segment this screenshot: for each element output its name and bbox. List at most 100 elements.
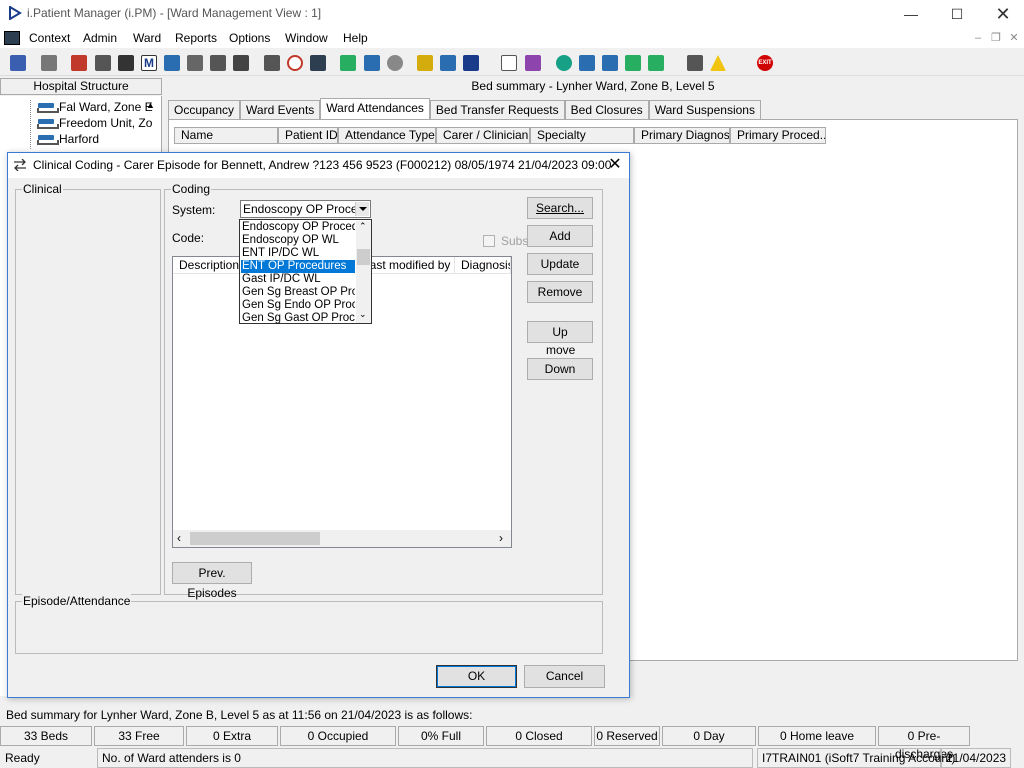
tab-bed-transfer-requests[interactable]: Bed Transfer Requests xyxy=(429,100,565,120)
gauge-icon[interactable] xyxy=(384,52,406,74)
message-forward-icon[interactable] xyxy=(622,52,644,74)
printer-icon[interactable] xyxy=(38,52,60,74)
bar-chart-icon[interactable] xyxy=(522,52,544,74)
system-combobox[interactable]: Endoscopy OP Proced xyxy=(240,200,371,218)
add-button-label: Add xyxy=(549,229,571,243)
dropdown-arrow-icon[interactable] xyxy=(355,202,369,216)
tab-occupancy[interactable]: Occupancy xyxy=(168,100,241,120)
remove-button-label: Remove xyxy=(537,285,583,299)
book-icon[interactable] xyxy=(68,52,90,74)
doctor-icon[interactable] xyxy=(161,52,183,74)
column-specialty[interactable]: Specialty xyxy=(530,127,634,144)
mdi-close-button[interactable]: ✕ xyxy=(1006,30,1022,46)
user-search-icon[interactable] xyxy=(7,52,29,74)
notes-icon[interactable] xyxy=(361,52,383,74)
tab-ward-events[interactable]: Ward Events xyxy=(240,100,321,120)
dropdown-option[interactable]: Gen Sg Endo OP Proce xyxy=(241,299,355,312)
dropdown-scroll-thumb[interactable] xyxy=(357,249,370,265)
patient-transfer-icon[interactable] xyxy=(460,52,482,74)
horizontal-scrollbar[interactable]: ‹ › xyxy=(173,530,511,547)
tree-scroll-up-icon[interactable]: ▲ xyxy=(146,100,155,110)
message-check-icon[interactable] xyxy=(576,52,598,74)
minimize-button[interactable]: — xyxy=(888,0,934,28)
tree-item-label: Fal Ward, Zone E xyxy=(59,100,153,114)
tree-item-freedom-unit[interactable]: Freedom Unit, Zo xyxy=(36,116,152,130)
column-attendance-type[interactable]: Attendance Type xyxy=(338,127,436,144)
status-occupied: 0 Occupied xyxy=(280,726,396,746)
ambulance-icon[interactable] xyxy=(437,52,459,74)
search-button[interactable]: Search... xyxy=(527,197,593,219)
document-icon[interactable] xyxy=(498,52,520,74)
cancel-button[interactable]: Cancel xyxy=(524,665,605,688)
menu-reports[interactable]: Reports xyxy=(175,31,217,45)
dropdown-option[interactable]: Gast IP/DC WL xyxy=(241,273,355,286)
mdi-restore-button[interactable]: ❐ xyxy=(988,30,1004,46)
maximize-button[interactable]: ☐ xyxy=(934,0,980,28)
patient-card-icon[interactable] xyxy=(92,52,114,74)
bed-transfer-icon[interactable] xyxy=(230,52,252,74)
monitor-icon[interactable] xyxy=(307,52,329,74)
mdi-minimize-button[interactable]: – xyxy=(970,30,986,46)
tree-item-harford[interactable]: Harford xyxy=(36,132,99,146)
scroll-down-icon[interactable]: ⌄ xyxy=(359,309,367,320)
move-down-button[interactable]: Down xyxy=(527,358,593,380)
edit-form-icon[interactable] xyxy=(184,52,206,74)
prev-episodes-button[interactable]: Prev. Episodes xyxy=(172,562,252,600)
column-name[interactable]: Name xyxy=(174,127,278,144)
column-primary-procedure[interactable]: Primary Proced... xyxy=(730,127,826,144)
close-window-button[interactable]: ✕ xyxy=(980,0,1024,28)
m-letter-icon[interactable]: M xyxy=(138,52,160,74)
menu-admin[interactable]: Admin xyxy=(83,31,117,45)
menu-options[interactable]: Options xyxy=(229,31,270,45)
column-primary-diagnosis[interactable]: Primary Diagnosis xyxy=(634,127,730,144)
warning-icon[interactable] xyxy=(707,52,729,74)
list-icon[interactable] xyxy=(414,52,436,74)
chart-window-icon[interactable] xyxy=(337,52,359,74)
dropdown-option[interactable]: ENT IP/DC WL xyxy=(241,247,355,260)
dropdown-option[interactable]: Gen Sg Gast OP Proce xyxy=(241,312,355,325)
transfer-arrows-icon[interactable] xyxy=(684,52,706,74)
message-down-icon[interactable] xyxy=(599,52,621,74)
clock-icon[interactable] xyxy=(284,52,306,74)
system-dropdown-list[interactable]: Endoscopy OP Procedu Endoscopy OP WL ENT… xyxy=(239,219,372,324)
dropdown-option-selected[interactable]: ENT OP Procedures xyxy=(240,259,356,274)
scroll-up-icon[interactable]: ⌃ xyxy=(359,221,367,232)
dropdown-option[interactable]: Endoscopy OP Procedu xyxy=(241,221,355,234)
bed-icon[interactable] xyxy=(207,52,229,74)
message-exchange-icon[interactable] xyxy=(645,52,667,74)
scroll-right-icon[interactable]: › xyxy=(499,531,503,545)
menu-help[interactable]: Help xyxy=(343,31,368,45)
tree-item-fal-ward[interactable]: Fal Ward, Zone E xyxy=(36,100,153,114)
column-carer-clinician[interactable]: Carer / Clinician xyxy=(436,127,530,144)
menu-window[interactable]: Window xyxy=(285,31,328,45)
remove-button[interactable]: Remove xyxy=(527,281,593,303)
dialog-title: Clinical Coding - Carer Episode for Benn… xyxy=(33,158,612,172)
tab-bed-closures[interactable]: Bed Closures xyxy=(564,100,649,120)
tab-ward-attendances[interactable]: Ward Attendances xyxy=(320,98,430,120)
form-icon[interactable] xyxy=(115,52,137,74)
update-button[interactable]: Update xyxy=(527,253,593,275)
window-title: i.Patient Manager (i.PM) - [Ward Managem… xyxy=(27,6,322,20)
dropdown-option[interactable]: Endoscopy OP WL xyxy=(241,234,355,247)
menu-context[interactable]: Context xyxy=(29,31,70,45)
move-up-button[interactable]: Up xyxy=(527,321,593,343)
exit-icon[interactable]: EXIT xyxy=(754,52,776,74)
edit-document-icon[interactable] xyxy=(261,52,283,74)
add-button[interactable]: Add xyxy=(527,225,593,247)
toolbar: M EXIT xyxy=(0,50,1024,76)
menu-ward[interactable]: Ward xyxy=(133,31,161,45)
column-patient-id[interactable]: Patient ID xyxy=(278,127,338,144)
ok-button[interactable]: OK xyxy=(436,665,517,688)
mdi-window-icon[interactable] xyxy=(4,31,20,45)
dialog-close-button[interactable]: ✕ xyxy=(604,155,626,175)
scrollbar-thumb[interactable] xyxy=(190,532,320,545)
globe-icon[interactable] xyxy=(553,52,575,74)
scroll-left-icon[interactable]: ‹ xyxy=(177,531,181,545)
subs-checkbox[interactable] xyxy=(483,235,495,247)
bed-summary-title: Bed summary - Lynher Ward, Zone B, Level… xyxy=(471,79,715,93)
dropdown-option[interactable]: Gen Sg Breast OP Proc xyxy=(241,286,355,299)
tab-ward-suspensions[interactable]: Ward Suspensions xyxy=(648,100,761,120)
episode-attendance-group: Episode/Attendance xyxy=(15,594,603,654)
column-diagnosis[interactable]: Diagnosis xyxy=(455,257,511,274)
dropdown-scrollbar[interactable]: ⌃ ⌄ xyxy=(356,221,371,323)
